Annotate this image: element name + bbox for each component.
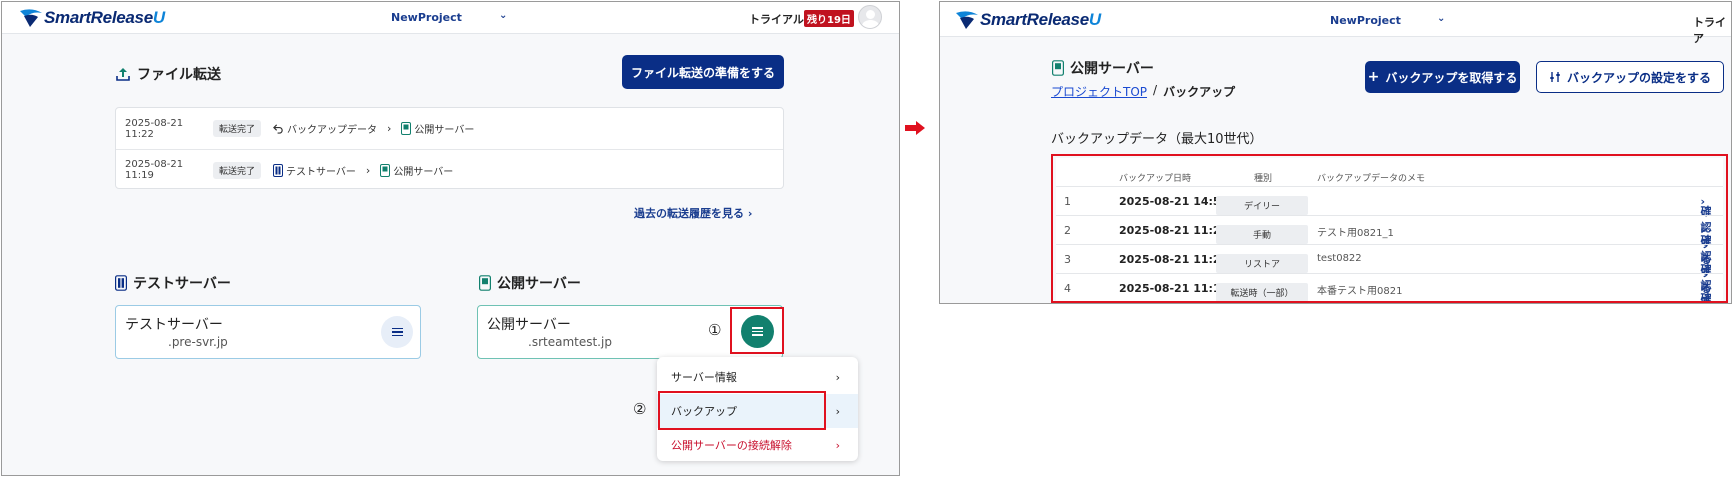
transfer-datetime: 2025-08-21 11:19: [125, 159, 184, 181]
backup-settings-button[interactable]: バックアップの設定をする: [1536, 61, 1724, 93]
chevron-right-icon: ›: [835, 438, 840, 452]
chevron-right-icon: ›: [835, 404, 840, 418]
app-header: SmartReleaseU NewProject ⌄ トライア: [940, 2, 1731, 45]
transfer-to: 公開サーバー: [380, 163, 453, 178]
project-selector[interactable]: NewProject: [391, 11, 462, 24]
chevron-right-icon: ›: [365, 163, 371, 177]
public-server-menu-button[interactable]: [741, 315, 774, 348]
upload-icon: [116, 68, 130, 81]
transfer-row: 2025-08-21 11:19 転送完了 テストサーバー › 公開サーバー: [116, 149, 783, 190]
step-1-marker: ①: [708, 321, 722, 339]
transfer-section-title: ファイル転送: [115, 64, 221, 84]
logo[interactable]: SmartReleaseU: [954, 9, 1101, 31]
trial-label: トライアル: [749, 13, 804, 26]
server-blue-icon: [273, 163, 284, 177]
server-name: テストサーバー: [125, 317, 223, 333]
transfer-list: 2025-08-21 11:22 転送完了 バックアップデータ › 公開サーバー…: [115, 107, 784, 189]
server-green-icon: [1052, 60, 1064, 76]
menu-item-server-info[interactable]: サーバー情報 ›: [657, 360, 858, 394]
avatar-icon[interactable]: [858, 5, 882, 29]
chevron-down-icon[interactable]: ⌄: [1437, 13, 1445, 24]
chevron-right-icon: ›: [835, 370, 840, 384]
test-server-section-title: テストサーバー: [115, 273, 231, 293]
breadcrumb-separator: /: [1153, 83, 1158, 97]
plus-icon: +: [1367, 69, 1380, 85]
get-backup-button[interactable]: + バックアップを取得する: [1365, 61, 1520, 93]
chevron-down-icon[interactable]: ⌄: [499, 10, 507, 21]
logo[interactable]: SmartReleaseU: [18, 7, 165, 29]
transfer-status-badge: 転送完了: [213, 161, 262, 179]
step-2-marker: ②: [633, 400, 647, 418]
backup-table-title: バックアップデータ（最大10世代）: [1051, 132, 1263, 147]
server-blue-icon: [115, 275, 127, 291]
hamburger-icon: [752, 327, 763, 336]
transfer-status-badge: 転送完了: [213, 120, 262, 137]
logo-mark-icon: [18, 7, 44, 29]
red-arrow-icon: [905, 121, 925, 135]
transfer-datetime: 2025-08-21 11:22: [125, 117, 184, 140]
trial-label: トライア: [1693, 16, 1726, 45]
project-selector[interactable]: NewProject: [1330, 14, 1401, 27]
app-header: SmartReleaseU NewProject ⌄ トライアル 残り19日: [2, 2, 899, 34]
transfer-title: ファイル転送: [137, 67, 221, 83]
transfer-history-link[interactable]: 過去の転送履歴を見る ›: [634, 205, 752, 221]
highlight-box: [1051, 154, 1728, 303]
sliders-icon: [1550, 72, 1560, 82]
highlight-box: [658, 391, 826, 430]
server-green-icon: [401, 122, 412, 135]
transfer-row: 2025-08-21 11:22 転送完了 バックアップデータ › 公開サーバー: [116, 108, 783, 149]
server-green-icon: [380, 163, 391, 177]
prepare-transfer-button[interactable]: ファイル転送の準備をする: [622, 55, 784, 89]
hamburger-icon: [391, 327, 403, 337]
server-name: 公開サーバー: [487, 317, 571, 333]
undo-icon: [273, 124, 283, 134]
logo-text: SmartReleaseU: [44, 8, 165, 27]
transfer-to: 公開サーバー: [401, 121, 474, 136]
breadcrumb-current: バックアップ: [1163, 85, 1236, 99]
breadcrumb: プロジェクトTOP / バックアップ: [1051, 83, 1235, 100]
logo-text: SmartReleaseU: [980, 10, 1101, 29]
menu-item-disconnect[interactable]: 公開サーバーの接続解除 ›: [657, 428, 858, 462]
test-server-menu-button[interactable]: [381, 316, 413, 348]
logo-mark-icon: [954, 9, 980, 31]
days-left-badge: 残り19日: [804, 10, 854, 27]
transfer-from: テストサーバー: [273, 163, 356, 178]
test-server-card[interactable]: テストサーバー .pre-svr.jp: [115, 305, 421, 359]
right-screenshot: SmartReleaseU NewProject ⌄ トライア 公開サーバー プ…: [939, 1, 1732, 304]
left-screenshot: SmartReleaseU NewProject ⌄ トライアル 残り19日 フ…: [1, 1, 900, 476]
transfer-from: バックアップデータ: [273, 121, 377, 136]
public-server-section-title: 公開サーバー: [479, 273, 581, 293]
server-host: .pre-svr.jp: [168, 335, 228, 349]
server-page-title: 公開サーバー: [1052, 58, 1154, 78]
chevron-right-icon: ›: [387, 122, 392, 135]
server-host: .srteamtest.jp: [528, 335, 612, 349]
breadcrumb-project-top[interactable]: プロジェクトTOP: [1051, 83, 1147, 100]
server-green-icon: [479, 275, 491, 291]
